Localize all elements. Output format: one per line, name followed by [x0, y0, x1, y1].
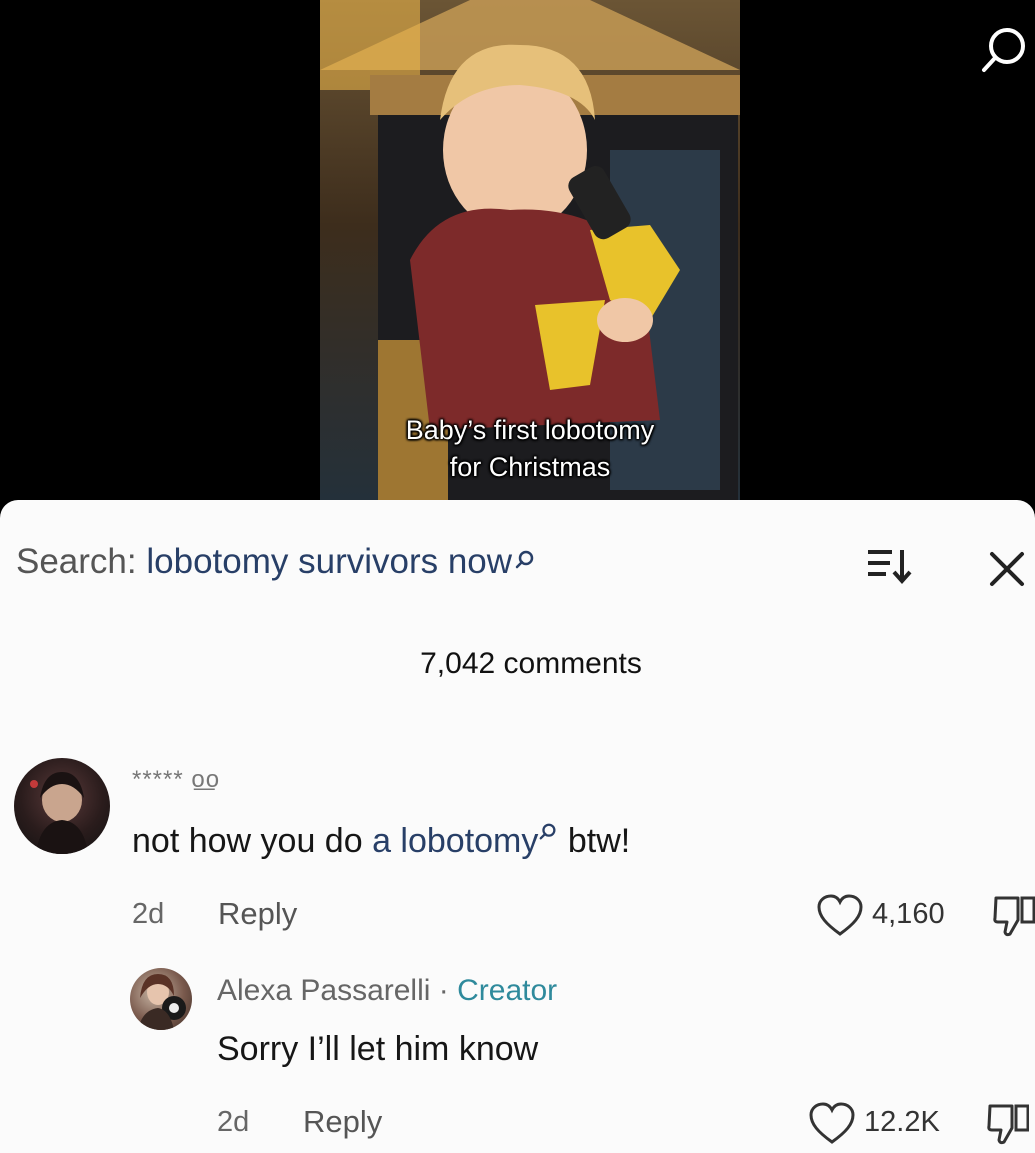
link-search-icon — [538, 822, 558, 860]
close-icon[interactable] — [986, 546, 1030, 590]
like-count: 4,160 — [872, 898, 945, 930]
username-text: ***** — [132, 766, 184, 793]
video-caption-line-2: for Christmas — [449, 452, 611, 482]
heart-icon[interactable] — [816, 894, 864, 938]
username-decoration: o͟o — [191, 766, 221, 793]
thumbs-down-icon[interactable] — [986, 1100, 1030, 1146]
reply-button[interactable]: Reply — [303, 1104, 382, 1140]
reply-username-text: Alexa Passarelli — [217, 974, 431, 1007]
video-thumbnail[interactable]: Baby’s first lobotomy for Christmas — [320, 0, 740, 500]
reply-username[interactable]: Alexa Passarelli · Creator — [217, 974, 557, 1008]
thumbs-down-icon[interactable] — [992, 892, 1035, 938]
reply-text: Sorry I’ll let him know — [217, 1030, 539, 1068]
reply-button[interactable]: Reply — [218, 896, 297, 932]
comment-date: 2d — [132, 898, 165, 930]
video-caption-line-1: Baby’s first lobotomy — [405, 415, 655, 445]
comment-text: not how you do a lobotomy btw! — [132, 822, 630, 861]
like-count: 12.2K — [864, 1106, 940, 1138]
reply-date: 2d — [217, 1106, 250, 1138]
comment-text-start: not how you do — [132, 822, 373, 860]
creator-badge: Creator — [457, 974, 558, 1007]
video-player[interactable]: Baby’s first lobotomy for Christmas — [0, 0, 1035, 500]
avatar[interactable] — [130, 968, 192, 1030]
sort-icon[interactable] — [866, 546, 916, 586]
search-term-icon — [514, 540, 536, 580]
comments-count: 7,042 comments — [420, 647, 642, 680]
search-prefix: Search: — [16, 542, 137, 581]
comment-username[interactable]: ***** o͟o — [132, 766, 220, 794]
avatar[interactable] — [14, 758, 110, 854]
search-term[interactable]: lobotomy survivors now — [146, 542, 512, 581]
search-icon[interactable] — [977, 22, 1033, 78]
comments-sheet: Search: lobotomy survivors now 7,042 com… — [0, 500, 1035, 1153]
heart-icon[interactable] — [808, 1102, 856, 1146]
username-separator: · — [430, 974, 458, 1007]
comment-text-end: btw! — [558, 822, 631, 860]
search-suggestion[interactable]: Search: lobotomy survivors now — [16, 542, 536, 582]
comment-search-link[interactable]: a lobotomy — [372, 822, 538, 860]
